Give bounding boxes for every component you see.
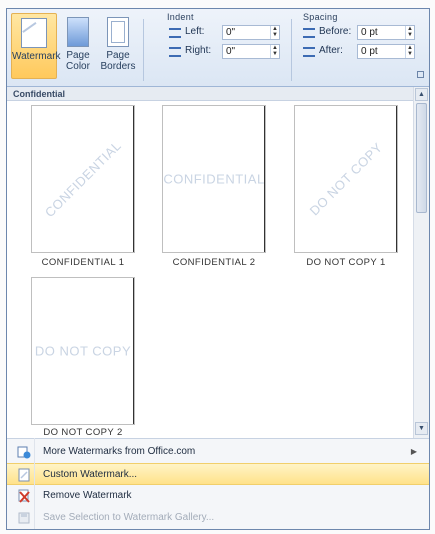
gallery-item-confidential-2[interactable]: CONFIDENTIAL <box>162 105 266 253</box>
spacing-after-spinner[interactable]: 0 pt ▲ ▼ <box>357 44 415 59</box>
gallery-item-caption: CONFIDENTIAL 2 <box>172 257 256 268</box>
watermark-gallery: Confidential CONFIDENTIAL CONFIDENTIAL 1… <box>7 87 413 438</box>
page-shadow <box>264 106 265 252</box>
dialog-launcher-icon[interactable] <box>417 71 424 78</box>
page-shadow <box>396 106 397 252</box>
page-borders-button[interactable]: Page Borders <box>99 13 137 79</box>
spinner-arrows-icon[interactable]: ▲ ▼ <box>405 26 414 39</box>
watermark-button-label: Watermark <box>12 51 61 62</box>
page-color-icon <box>67 17 89 47</box>
indent-right-icon <box>169 47 181 57</box>
menu-item-remove-watermark[interactable]: Remove Watermark <box>7 485 429 507</box>
spacing-before-spinner[interactable]: 0 pt ▲ ▼ <box>357 25 415 40</box>
ribbon-separator <box>291 19 292 81</box>
watermark-preview-text: DO NOT COPY <box>34 343 132 359</box>
page-color-button[interactable]: Page Color <box>61 13 95 79</box>
gallery-item-confidential-1[interactable]: CONFIDENTIAL <box>31 105 135 253</box>
gallery-item-do-not-copy-1[interactable]: DO NOT COPY <box>294 105 398 253</box>
indent-left-spinner[interactable]: 0" ▲ ▼ <box>222 25 280 40</box>
watermark-preview-text: CONFIDENTIAL <box>41 137 125 221</box>
menu-item-label: Remove Watermark <box>43 490 132 501</box>
watermark-menu: More Watermarks from Office.com ▶ Custom… <box>7 438 429 529</box>
ribbon-separator <box>143 19 144 81</box>
scroll-down-icon[interactable]: ▼ <box>415 422 428 435</box>
menu-item-save-selection[interactable]: Save Selection to Watermark Gallery... <box>7 507 429 529</box>
menu-icon-gutter <box>7 438 35 529</box>
page-background-ribbon: Watermark Page Color Page Borders Indent… <box>7 9 429 87</box>
menu-item-label: Save Selection to Watermark Gallery... <box>43 512 215 523</box>
scroll-up-icon[interactable]: ▲ <box>415 88 428 101</box>
indent-left-label: Left: <box>185 26 205 37</box>
gallery-section-header: Confidential <box>7 87 413 101</box>
indent-right-value: 0" <box>226 46 236 57</box>
spacing-before-value: 0 pt <box>361 27 378 38</box>
gallery-scrollbar[interactable]: ▲ ▼ <box>413 87 429 438</box>
page-color-button-label: Page Color <box>66 50 90 72</box>
spacing-after-value: 0 pt <box>361 46 378 57</box>
gallery-item-caption: DO NOT COPY 2 <box>43 427 123 438</box>
spacing-before-label: Before: <box>319 26 352 37</box>
spacing-after-label: After: <box>319 45 343 56</box>
scrollbar-thumb[interactable] <box>416 103 427 213</box>
watermark-icon <box>21 18 47 48</box>
menu-item-label: Custom Watermark... <box>43 469 138 480</box>
spacing-after-icon <box>303 47 315 57</box>
spinner-arrows-icon[interactable]: ▲ ▼ <box>270 26 279 39</box>
page-shadow <box>133 278 134 424</box>
gallery-item-caption: CONFIDENTIAL 1 <box>41 257 125 268</box>
indent-left-value: 0" <box>226 27 236 38</box>
spacing-group-title: Spacing <box>303 12 338 22</box>
watermark-button[interactable]: Watermark <box>11 13 61 79</box>
watermark-gallery-screenshot: Watermark Page Color Page Borders Indent… <box>0 0 435 534</box>
indent-right-label: Right: <box>185 45 212 56</box>
menu-item-label: More Watermarks from Office.com <box>43 446 196 457</box>
gallery-item-do-not-copy-2[interactable]: DO NOT COPY <box>31 277 135 425</box>
page-borders-button-label: Page Borders <box>100 50 136 72</box>
menu-item-more-watermarks[interactable]: More Watermarks from Office.com ▶ <box>7 441 429 463</box>
indent-right-spinner[interactable]: 0" ▲ ▼ <box>222 44 280 59</box>
spinner-arrows-icon[interactable]: ▲ ▼ <box>405 45 414 58</box>
watermark-preview-text: CONFIDENTIAL <box>163 171 265 187</box>
spacing-before-icon <box>303 28 315 38</box>
watermark-preview-text: DO NOT COPY <box>306 139 386 219</box>
indent-group-title: Indent <box>167 12 194 22</box>
menu-item-custom-watermark[interactable]: Custom Watermark... <box>7 463 429 485</box>
spinner-arrows-icon[interactable]: ▲ ▼ <box>270 45 279 58</box>
submenu-arrow-icon: ▶ <box>410 447 417 456</box>
page-shadow <box>133 106 134 252</box>
indent-left-icon <box>169 28 181 38</box>
gallery-item-caption: DO NOT COPY 1 <box>306 257 386 268</box>
page-borders-icon <box>107 17 129 47</box>
